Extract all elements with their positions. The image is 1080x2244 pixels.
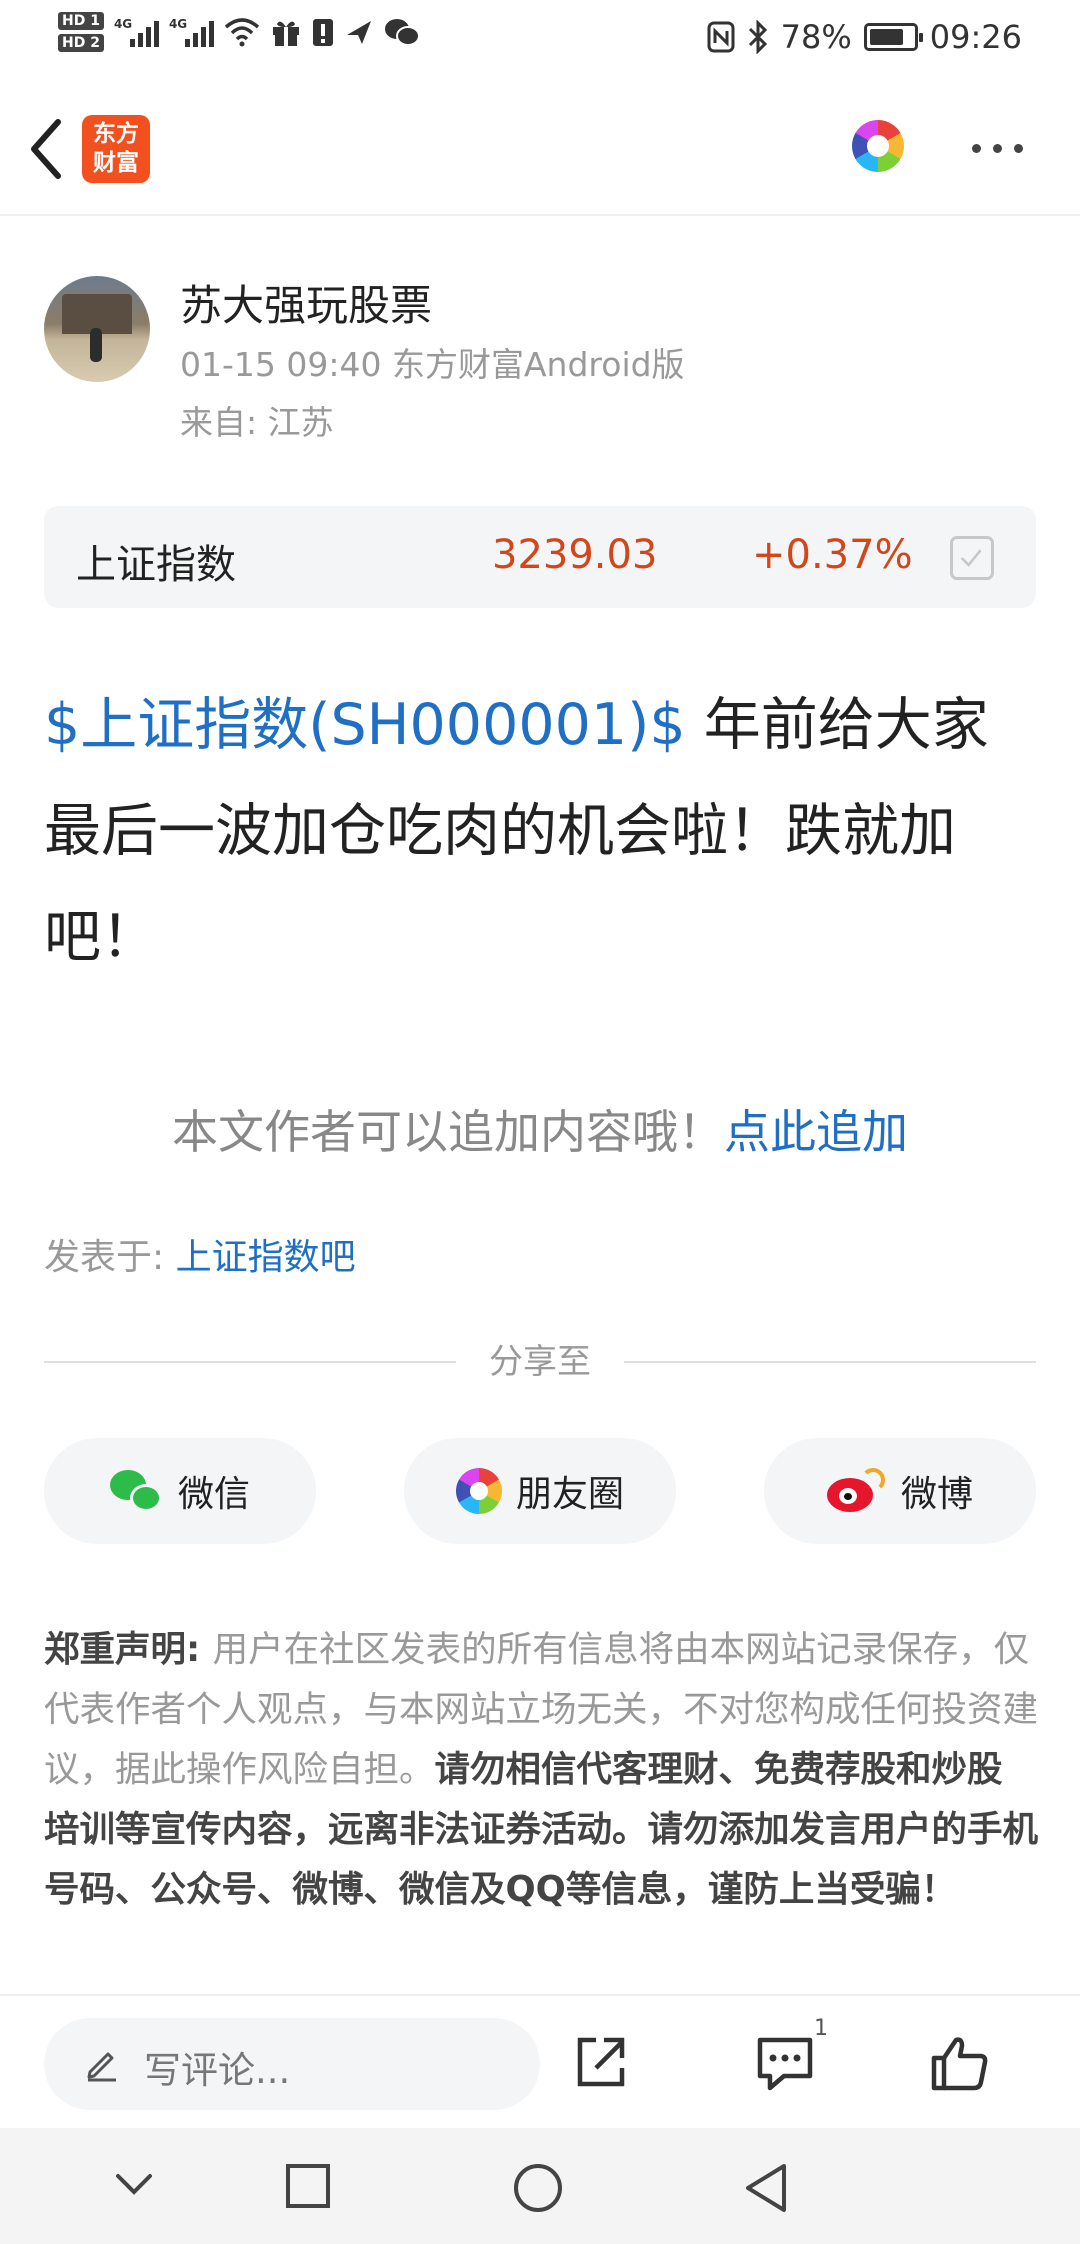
app-logo[interactable]: 东方 财富 xyxy=(82,115,150,183)
status-right: 78% 09:26 xyxy=(707,18,1022,56)
pen-icon xyxy=(87,2052,116,2082)
send-app-icon xyxy=(346,21,371,44)
comment-icon[interactable] xyxy=(756,2034,814,2092)
add-watchlist-checkbox-icon[interactable] xyxy=(950,536,994,580)
share-icon[interactable] xyxy=(572,2034,628,2090)
share-title: 分享至 xyxy=(489,1342,591,1382)
clock: 09:26 xyxy=(929,18,1022,56)
chevron-left-icon[interactable] xyxy=(22,114,72,184)
stock-quote-card[interactable]: 上证指数 3239.03 +0.37% xyxy=(44,506,1036,608)
append-content-line: 本文作者可以追加内容哦！点此追加 xyxy=(0,1096,1080,1162)
more-dots-icon[interactable] xyxy=(972,144,1023,153)
forum-link[interactable]: 上证指数吧 xyxy=(176,1237,356,1278)
posted-in-label: 发表于: xyxy=(44,1237,176,1278)
append-link[interactable]: 点此追加 xyxy=(724,1105,908,1159)
signal-2-icon: 4G xyxy=(169,17,214,47)
wifi-icon xyxy=(224,18,260,47)
battery-percent: 78% xyxy=(780,18,852,56)
post-meta: 01-15 09:40 东方财富Android版 xyxy=(180,345,685,384)
bottom-action-bar: 写评论... 1 xyxy=(0,1994,1080,2128)
author-name[interactable]: 苏大强玩股票 xyxy=(180,272,432,333)
share-weibo-button[interactable]: 微博 xyxy=(764,1438,1036,1544)
comment-placeholder: 写评论... xyxy=(144,2049,291,2092)
alert-icon xyxy=(312,19,333,46)
logo-line-2: 财富 xyxy=(93,150,139,176)
post-location: 来自: 江苏 xyxy=(180,403,334,442)
thumbs-up-icon[interactable] xyxy=(930,2034,990,2092)
disclaimer-label: 郑重声明: xyxy=(44,1629,213,1670)
wechat-status-icon xyxy=(384,19,420,46)
comment-input[interactable]: 写评论... xyxy=(44,2018,540,2110)
home-icon[interactable] xyxy=(512,2162,564,2214)
moments-icon xyxy=(455,1468,502,1514)
share-wechat-button[interactable]: 微信 xyxy=(44,1438,316,1544)
system-nav-bar xyxy=(0,2128,1080,2244)
stock-name: 上证指数 xyxy=(76,542,236,588)
share-weibo-label: 微博 xyxy=(900,1474,973,1515)
network-1-label: 4G xyxy=(113,17,133,31)
logo-line-1: 东方 xyxy=(93,121,139,147)
nfc-icon xyxy=(707,21,735,53)
share-moments-label: 朋友圈 xyxy=(515,1474,624,1515)
status-left: HD 1 HD 2 4G 4G xyxy=(58,12,420,52)
wechat-icon xyxy=(109,1468,164,1514)
hd-indicators: HD 1 HD 2 xyxy=(58,12,104,52)
stock-tag-link[interactable]: $上证指数(SH000001)$ xyxy=(44,692,686,758)
avatar[interactable] xyxy=(44,276,150,382)
post-body: $上证指数(SH000001)$ 年前给大家最后一波加仓吃肉的机会啦！跌就加吧！ xyxy=(44,672,1038,990)
share-divider: 分享至 xyxy=(44,1334,1036,1384)
author-block: 苏大强玩股票 01-15 09:40 东方财富Android版 来自: 江苏 xyxy=(44,272,1044,442)
share-row: 微信 朋友圈 微博 xyxy=(44,1438,1036,1544)
chevron-down-icon[interactable] xyxy=(112,2162,156,2206)
disclaimer: 郑重声明: 用户在社区发表的所有信息将由本网站记录保存，仅代表作者个人观点，与本… xyxy=(44,1620,1038,1920)
gift-icon xyxy=(272,21,299,46)
hd-2-badge: HD 2 xyxy=(58,34,104,52)
hd-1-badge: HD 1 xyxy=(58,12,104,30)
append-prompt: 本文作者可以追加内容哦！ xyxy=(172,1105,724,1159)
app-header: 东方 财富 xyxy=(0,80,1080,216)
posted-in: 发表于: 上证指数吧 xyxy=(44,1228,356,1280)
stock-price: 3239.03 xyxy=(492,532,658,578)
battery-icon xyxy=(863,23,923,51)
comment-count: 1 xyxy=(814,2016,828,2041)
moments-share-icon[interactable] xyxy=(852,120,904,172)
signal-1-icon: 4G xyxy=(114,17,159,47)
bluetooth-icon xyxy=(748,20,767,54)
stock-change: +0.37% xyxy=(752,532,913,578)
back-triangle-icon[interactable] xyxy=(742,2162,790,2214)
share-moments-button[interactable]: 朋友圈 xyxy=(404,1438,676,1544)
network-2-label: 4G xyxy=(168,17,188,31)
recent-apps-icon[interactable] xyxy=(284,2162,332,2210)
status-bar: HD 1 HD 2 4G 4G 78% 09:26 xyxy=(0,0,1080,80)
share-wechat-label: 微信 xyxy=(177,1474,250,1515)
weibo-icon xyxy=(826,1468,887,1514)
